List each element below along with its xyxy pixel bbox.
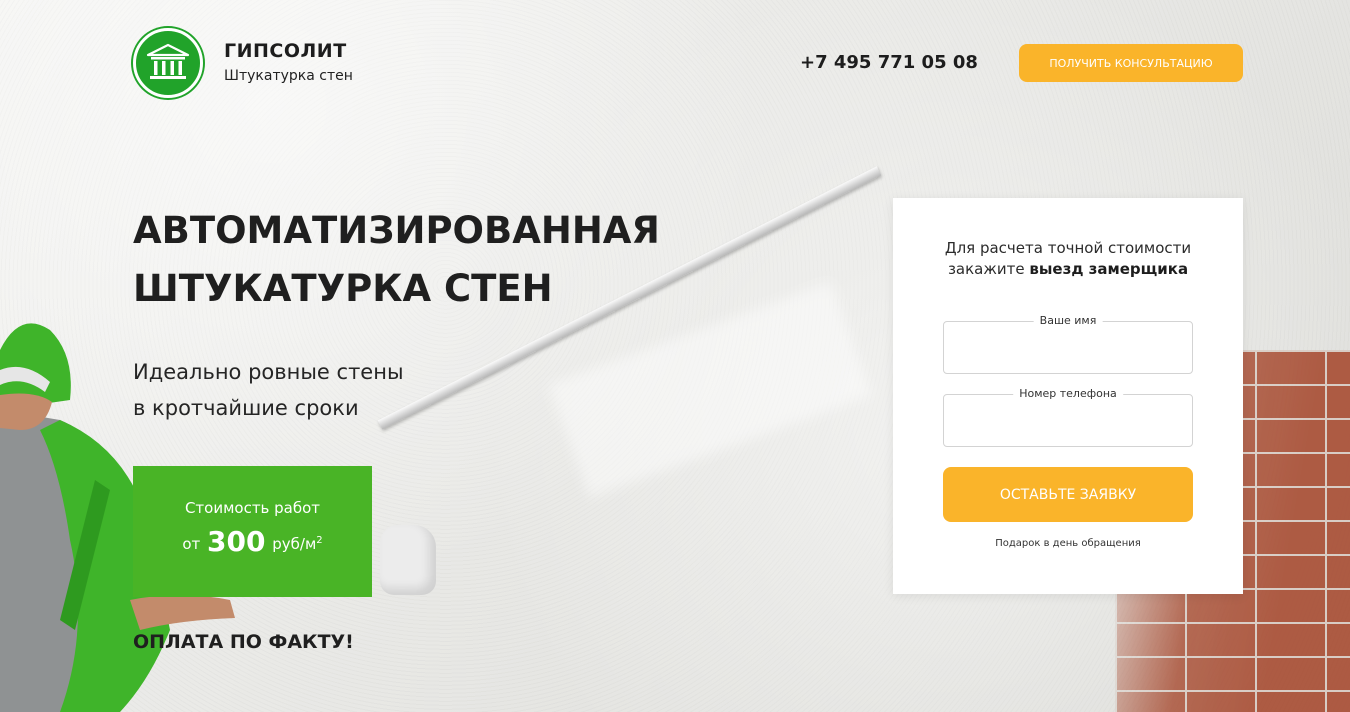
price-unit: руб/м <box>272 535 317 553</box>
form-title: Для расчета точной стоимости закажите вы… <box>893 238 1243 280</box>
price-label: Стоимость работ <box>184 499 321 517</box>
phone-number-link[interactable]: +7 495 771 05 08 <box>800 52 978 73</box>
hero-subtitle: Идеально ровные стены в кротчайшие сроки <box>133 354 553 426</box>
submit-request-button[interactable]: ОСТАВЬТЕ ЗАЯВКУ <box>943 467 1193 522</box>
price-badge: Стоимость работ от 300 руб/м2 <box>133 466 372 597</box>
price-line: от 300 руб/м2 <box>133 525 372 558</box>
phone-field: Номер телефона <box>943 387 1193 447</box>
building-columns-icon[interactable] <box>133 28 203 98</box>
price-from: от <box>182 535 201 553</box>
price-value: 300 <box>207 525 266 558</box>
hero-subtitle-line2: в кротчайшие сроки <box>133 396 359 420</box>
get-consultation-button[interactable]: ПОЛУЧИТЬ КОНСУЛЬТАЦИЮ <box>1019 44 1243 82</box>
form-title-prefix: закажите <box>947 260 1025 278</box>
payment-note: ОПЛАТА ПО ФАКТУ! <box>133 631 354 653</box>
gift-note: Подарок в день обращения <box>995 538 1141 549</box>
hero-title: АВТОМАТИЗИРОВАННАЯ ШТУКАТУРКА СТЕН <box>133 202 773 318</box>
brand-name: ГИПСОЛИТ <box>224 40 347 62</box>
form-title-bold: выезд замерщика <box>1029 260 1189 278</box>
name-field: Ваше имя <box>943 314 1193 374</box>
worker-glove <box>380 525 436 595</box>
hero-title-line1: АВТОМАТИЗИРОВАННАЯ <box>133 209 660 252</box>
phone-input[interactable] <box>944 395 1192 446</box>
measurer-request-form: Для расчета точной стоимости закажите вы… <box>893 198 1243 594</box>
brand-tagline: Штукатурка стен <box>224 68 353 84</box>
hero-title-line2: ШТУКАТУРКА СТЕН <box>133 267 553 310</box>
price-unit-exponent: 2 <box>316 535 323 546</box>
name-input[interactable] <box>944 322 1192 373</box>
form-title-line1: Для расчета точной стоимости <box>944 239 1192 257</box>
site-header: ГИПСОЛИТ Штукатурка стен +7 495 771 05 0… <box>0 0 1350 120</box>
hero-subtitle-line1: Идеально ровные стены <box>133 360 404 384</box>
